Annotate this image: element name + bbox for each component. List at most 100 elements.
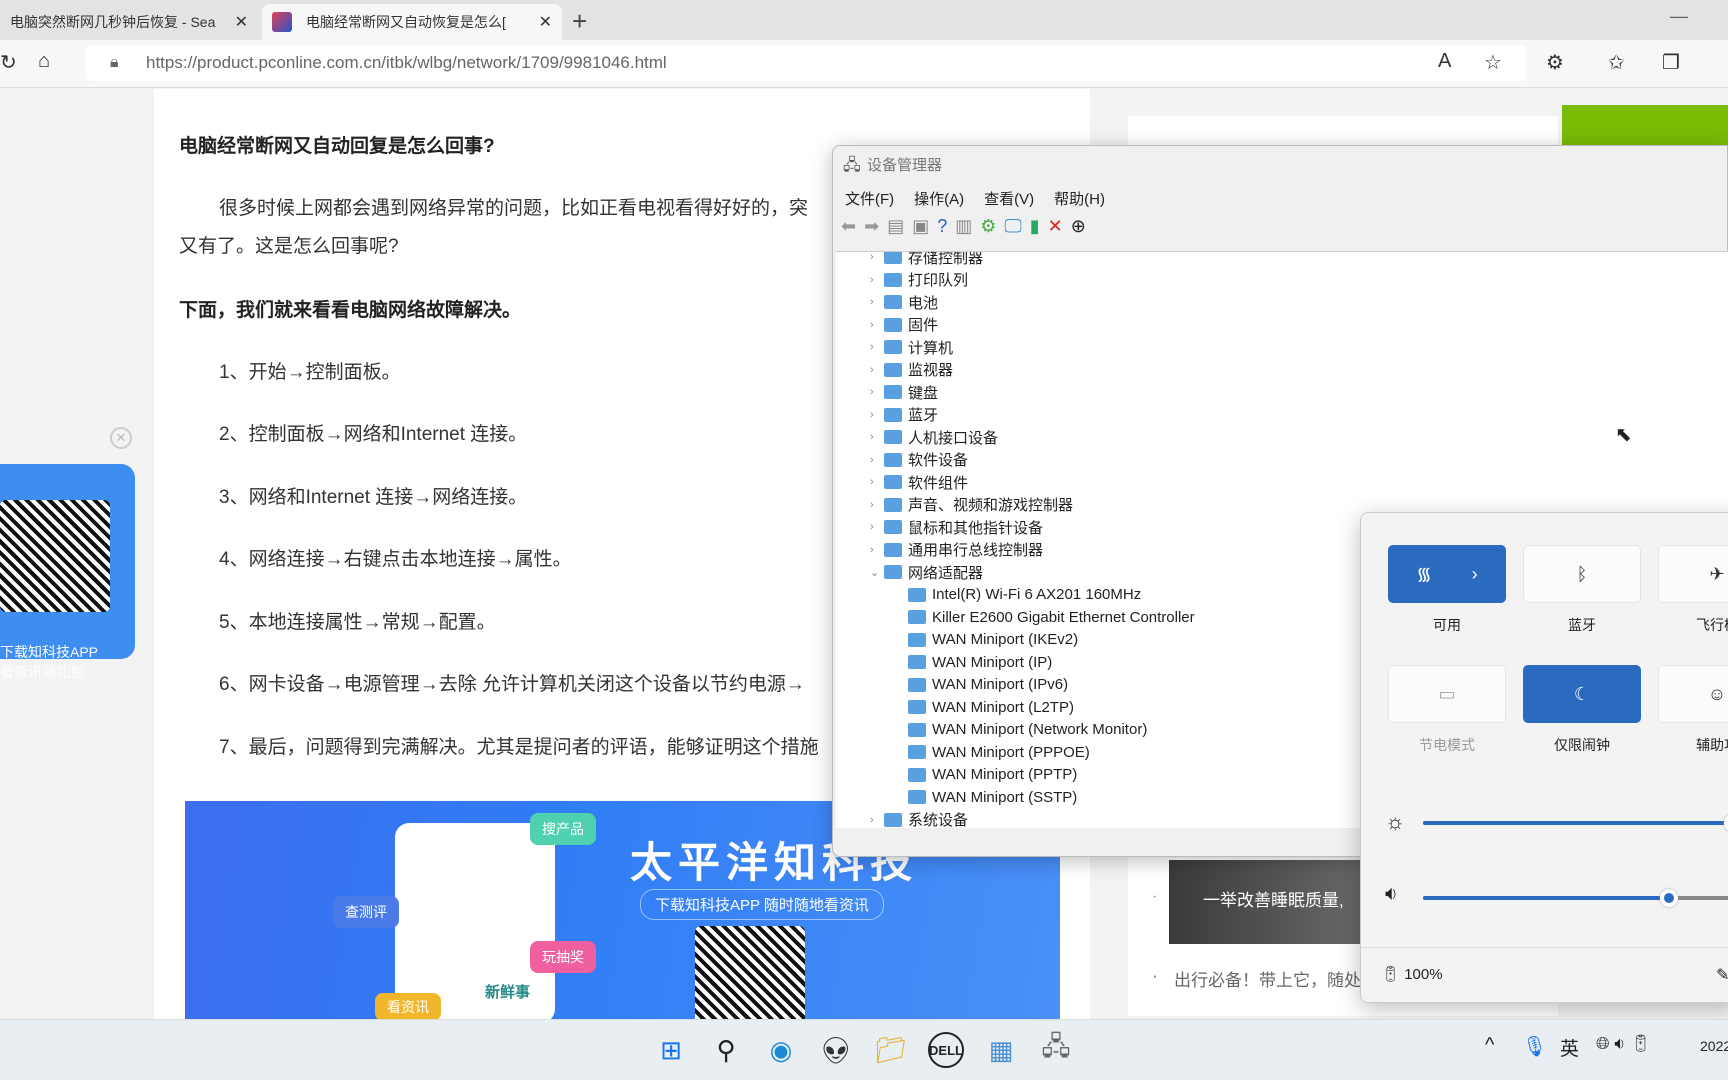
tree-device[interactable]: WAN Miniport (IKEv2) <box>908 629 1078 651</box>
menu-view[interactable]: 查看(V) <box>984 188 1034 209</box>
add-driver-icon[interactable]: ▮ <box>1030 216 1040 237</box>
tree-category[interactable]: › 声音、视频和游戏控制器 <box>870 494 1073 516</box>
extensions-icon[interactable]: ⚙ <box>1546 50 1564 75</box>
scan-hardware-icon[interactable]: 🖵 <box>1004 216 1021 237</box>
lock-icon[interactable]: 🔒︎ <box>110 45 119 81</box>
tab-article[interactable]: 电脑经常断网又自动恢复是怎么[✕ <box>262 4 562 40</box>
read-aloud-icon[interactable]: A <box>1438 50 1451 73</box>
expand-chevron-icon[interactable]: › <box>870 544 884 556</box>
start-icon[interactable]: ⊞ <box>653 1032 689 1068</box>
tree-category[interactable]: › 计算机 <box>870 336 953 358</box>
close-tab-icon[interactable]: ✕ <box>539 12 552 32</box>
search-icon[interactable]: ⚲ <box>708 1032 744 1068</box>
bluetooth-tile[interactable]: ᛒ <box>1523 545 1641 603</box>
clock[interactable]: 2022 <box>1700 1038 1728 1054</box>
forward-icon[interactable]: ➡ <box>864 216 879 237</box>
edge-icon[interactable]: ◉ <box>763 1032 799 1068</box>
disable-device-icon[interactable]: ⊕ <box>1071 216 1086 237</box>
expand-chevron-icon[interactable]: › <box>870 454 884 466</box>
tree-category[interactable]: › 系统设备 <box>870 809 968 828</box>
new-tab-button[interactable]: + <box>572 6 587 37</box>
file-explorer-icon[interactable]: 📁︎ <box>873 1032 909 1068</box>
network-status-icons[interactable]: 🌐︎ 🔉︎ 🔋︎ <box>1596 1034 1651 1054</box>
accessibility-tile[interactable]: ☺ <box>1658 665 1728 723</box>
tree-device[interactable]: WAN Miniport (L2TP) <box>908 696 1074 718</box>
menu-help[interactable]: 帮助(H) <box>1054 188 1105 209</box>
volume-slider[interactable] <box>1423 889 1728 907</box>
tree-category[interactable]: › 电池 <box>870 291 938 313</box>
expand-chevron-icon[interactable]: › <box>870 341 884 353</box>
tree-device[interactable]: WAN Miniport (PPPOE) <box>908 741 1090 763</box>
device-manager-taskbar-icon[interactable]: 🖧 <box>1038 1031 1074 1068</box>
dell-icon[interactable]: DELL <box>928 1032 964 1068</box>
expand-chevron-icon[interactable]: › <box>870 814 884 826</box>
show-hide-tree-icon[interactable]: ▤ <box>887 216 904 237</box>
expand-chevron-icon[interactable]: › <box>870 296 884 308</box>
tree-device[interactable]: WAN Miniport (IPv6) <box>908 674 1068 696</box>
update-driver-icon[interactable]: ⚙ <box>980 216 996 237</box>
expand-chevron-icon[interactable]: › <box>870 252 884 263</box>
favorites-icon[interactable]: ✩ <box>1608 50 1625 75</box>
alienware-icon[interactable]: 👽︎ <box>818 1032 854 1068</box>
expand-chevron-icon[interactable]: › <box>870 476 884 488</box>
help-icon[interactable]: ? <box>937 216 947 237</box>
action-pane-icon[interactable]: ▥ <box>955 216 972 237</box>
tree-category[interactable]: ⌄ 网络适配器 <box>870 561 983 583</box>
expand-chevron-icon[interactable]: › <box>870 521 884 533</box>
tree-category[interactable]: › 软件组件 <box>870 471 968 493</box>
expand-chevron-icon[interactable]: › <box>870 431 884 443</box>
battery-status[interactable]: 🔋︎ 100% <box>1381 965 1443 983</box>
tab-search[interactable]: 电脑突然断网几秒钟后恢复 - Sea ✕ <box>0 4 258 40</box>
expand-chevron-icon[interactable]: › <box>870 319 884 331</box>
tree-device[interactable]: Intel(R) Wi-Fi 6 AX201 160MHz <box>908 584 1141 606</box>
edit-icon[interactable]: ✎ <box>1716 965 1728 985</box>
wifi-tile[interactable]: ᯾ › <box>1388 545 1506 603</box>
refresh-icon[interactable]: ↻ <box>0 50 17 75</box>
control-panel-icon[interactable]: ▦ <box>983 1032 1019 1068</box>
properties-icon[interactable]: ▣ <box>912 216 929 237</box>
tree-device[interactable]: WAN Miniport (IP) <box>908 651 1052 673</box>
sidebar-link[interactable]: 一举改善睡眠质量, <box>1203 886 1344 911</box>
collapse-chevron-icon[interactable]: ⌄ <box>870 566 884 579</box>
tree-device[interactable]: WAN Miniport (PPTP) <box>908 764 1077 786</box>
back-icon[interactable]: ⬅ <box>841 216 856 237</box>
brightness-slider[interactable] <box>1423 814 1728 832</box>
expand-chevron-icon[interactable]: › <box>870 364 884 376</box>
expand-chevron-icon[interactable]: › <box>870 386 884 398</box>
sidebar-link[interactable]: 出行必备！带上它，随处 <box>1174 966 1361 991</box>
ime-indicator[interactable]: 英 <box>1560 1034 1579 1061</box>
tree-category[interactable]: › 蓝牙 <box>870 404 938 426</box>
url-input[interactable]: 🔒︎ https://product.pconline.com.cn/itbk/w… <box>86 45 1526 81</box>
menu-action[interactable]: 操作(A) <box>914 188 964 209</box>
close-ad-icon[interactable]: ✕ <box>110 427 132 449</box>
tree-device[interactable]: WAN Miniport (Network Monitor) <box>908 719 1147 741</box>
uninstall-icon[interactable]: ✕ <box>1048 216 1063 237</box>
tree-device[interactable]: WAN Miniport (SSTP) <box>908 786 1077 808</box>
tree-category[interactable]: › 软件设备 <box>870 449 968 471</box>
expand-chevron-icon[interactable]: › <box>870 499 884 511</box>
tree-category[interactable]: › 存储控制器 <box>870 252 983 268</box>
airplane-tile[interactable]: ✈ <box>1658 545 1728 603</box>
focus-alarms-tile[interactable]: ☾ <box>1523 665 1641 723</box>
tree-category[interactable]: › 通用串行总线控制器 <box>870 539 1043 561</box>
favorite-add-icon[interactable]: ☆ <box>1484 50 1502 75</box>
tree-category[interactable]: › 固件 <box>870 314 938 336</box>
home-icon[interactable]: ⌂ <box>38 50 50 73</box>
show-hidden-icons-icon[interactable]: ^ <box>1485 1034 1494 1057</box>
minimize-button[interactable]: — <box>1670 6 1688 27</box>
collections-icon[interactable]: ❐ <box>1662 50 1680 75</box>
close-tab-icon[interactable]: ✕ <box>235 12 248 32</box>
tree-category[interactable]: › 键盘 <box>870 381 938 403</box>
tree-category[interactable]: › 打印队列 <box>870 269 968 291</box>
tree-category[interactable]: › 人机接口设备 <box>870 426 998 448</box>
tree-category[interactable]: › 鼠标和其他指针设备 <box>870 516 1043 538</box>
menu-file[interactable]: 文件(F) <box>845 188 894 209</box>
chevron-right-icon[interactable]: › <box>1472 564 1478 585</box>
tree-category[interactable]: › 监视器 <box>870 359 953 381</box>
floating-app-ad[interactable]: ✕ 下载知科技APP 看资讯领礼包 <box>0 424 141 689</box>
expand-chevron-icon[interactable]: › <box>870 409 884 421</box>
battery-saver-tile[interactable]: ▭ <box>1388 665 1506 723</box>
tree-device[interactable]: Killer E2600 Gigabit Ethernet Controller <box>908 606 1195 628</box>
expand-chevron-icon[interactable]: › <box>870 274 884 286</box>
microphone-icon[interactable]: 🎙︎ <box>1522 1034 1547 1059</box>
